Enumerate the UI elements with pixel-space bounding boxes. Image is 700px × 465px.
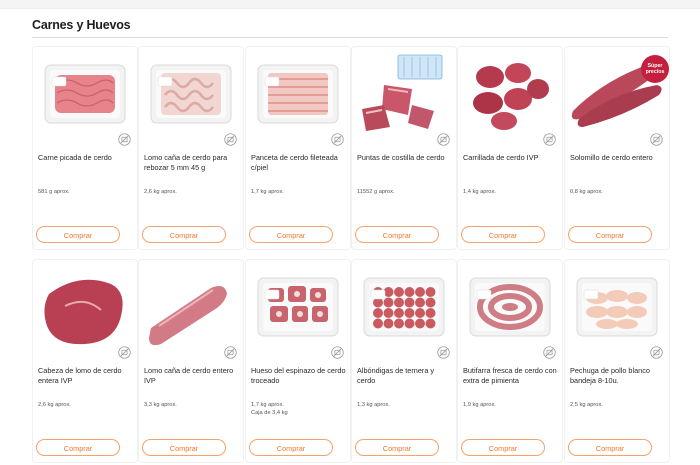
product-weight-line: 0,8 kg aprox.: [570, 189, 603, 195]
product-package-line: Caja de 3,4 kg: [251, 410, 288, 416]
no-photo-icon: [118, 346, 131, 359]
no-photo-icon: [224, 133, 237, 146]
promo-badge: Súper precios: [641, 55, 669, 83]
product-weight: 1,4 kg aprox.: [463, 188, 559, 196]
product-card[interactable]: Butifarra fresca de cerdo con extra de p…: [457, 259, 563, 463]
product-weight: 3,3 kg aprox.: [144, 401, 240, 409]
product-card[interactable]: Carrillada de cerdo IVP 1,4 kg aprox. Comp…: [457, 46, 563, 250]
product-image[interactable]: [460, 53, 560, 139]
no-photo-icon: [650, 346, 663, 359]
product-name[interactable]: Cabeza de lomo de cerdo entera IVP: [38, 366, 134, 386]
product-image[interactable]: [35, 266, 135, 352]
product-name[interactable]: Lomo caña de cerdo para rebozar 5 mm 45 …: [144, 153, 240, 173]
product-image[interactable]: [141, 53, 241, 139]
buy-button[interactable]: Comprar: [355, 226, 439, 243]
product-weight-line: 1,7 kg aprox.: [251, 189, 284, 195]
product-name[interactable]: Puntas de costilla de cerdo: [357, 153, 453, 163]
section-divider: [32, 37, 668, 38]
product-weight-line: 1,7 kg aprox.: [251, 402, 284, 408]
product-weight: 1,3 kg aprox.: [357, 401, 453, 409]
product-weight-line: 1,9 kg aprox.: [463, 402, 496, 408]
buy-button[interactable]: Comprar: [36, 439, 120, 456]
top-bar: [0, 0, 700, 9]
product-weight: 1,7 kg aprox. Caja de 3,4 kg: [251, 401, 347, 417]
product-weight: 1,7 kg aprox.: [251, 188, 347, 196]
product-card[interactable]: Puntas de costilla de cerdo 11552 g aprox…: [351, 46, 457, 250]
product-weight: 2,6 kg aprox.: [38, 401, 134, 409]
product-weight: 2,5 kg aprox.: [570, 401, 666, 409]
buy-button[interactable]: Comprar: [461, 439, 545, 456]
buy-button[interactable]: Comprar: [142, 226, 226, 243]
buy-button[interactable]: Comprar: [568, 439, 652, 456]
product-weight-line: 581 g aprox.: [38, 189, 70, 195]
product-name[interactable]: Hueso del espinazo de cerdo troceado: [251, 366, 347, 386]
buy-button[interactable]: Comprar: [36, 226, 120, 243]
no-photo-icon: [543, 346, 556, 359]
product-image[interactable]: [354, 266, 454, 352]
buy-button[interactable]: Comprar: [568, 226, 652, 243]
product-name[interactable]: Panceta de cerdo fileteada c/piel: [251, 153, 347, 173]
product-image[interactable]: [141, 266, 241, 352]
product-weight-line: 2,6 kg aprox.: [144, 189, 177, 195]
buy-button[interactable]: Comprar: [355, 439, 439, 456]
product-card[interactable]: Pechuga de pollo blanco bandeja 8-10u. 2,…: [564, 259, 670, 463]
no-photo-icon: [650, 133, 663, 146]
no-photo-icon: [543, 133, 556, 146]
product-name[interactable]: Pechuga de pollo blanco bandeja 8-10u.: [570, 366, 666, 386]
product-name[interactable]: Butifarra fresca de cerdo con extra de p…: [463, 366, 559, 386]
product-name[interactable]: Lomo caña de cerdo entero IVP: [144, 366, 240, 386]
product-card[interactable]: Cabeza de lomo de cerdo entera IVP 2,6 kg…: [32, 259, 138, 463]
product-weight-line: 2,5 kg aprox.: [570, 402, 603, 408]
product-image[interactable]: [354, 53, 454, 139]
product-weight-line: 1,4 kg aprox.: [463, 189, 496, 195]
product-weight: 0,8 kg aprox.: [570, 188, 666, 196]
no-photo-icon: [437, 133, 450, 146]
product-image[interactable]: [248, 53, 348, 139]
buy-button[interactable]: Comprar: [461, 226, 545, 243]
product-name[interactable]: Solomillo de cerdo entero: [570, 153, 666, 163]
product-card[interactable]: Hueso del espinazo de cerdo troceado 1,7 …: [245, 259, 351, 463]
product-card[interactable]: Súper precios Solomillo de cerdo entero 0,…: [564, 46, 670, 250]
product-name[interactable]: Carrillada de cerdo IVP: [463, 153, 559, 163]
product-image[interactable]: [35, 53, 135, 139]
buy-button[interactable]: Comprar: [249, 439, 333, 456]
buy-button[interactable]: Comprar: [142, 439, 226, 456]
product-weight-line: 11552 g aprox.: [357, 189, 395, 195]
no-photo-icon: [224, 346, 237, 359]
no-photo-icon: [118, 133, 131, 146]
product-weight: 11552 g aprox.: [357, 188, 453, 196]
product-card[interactable]: Albóndigas de ternera y cerdo 1,3 kg apro…: [351, 259, 457, 463]
no-photo-icon: [331, 133, 344, 146]
product-card[interactable]: Lomo caña de cerdo para rebozar 5 mm 45 …: [138, 46, 244, 250]
product-image[interactable]: [567, 266, 667, 352]
no-photo-icon: [331, 346, 344, 359]
product-weight: 1,9 kg aprox.: [463, 401, 559, 409]
section-title: Carnes y Huevos: [32, 18, 131, 32]
product-image[interactable]: [248, 266, 348, 352]
product-weight-line: 3,3 kg aprox.: [144, 402, 177, 408]
no-photo-icon: [437, 346, 450, 359]
product-card[interactable]: Carne picada de cerdo 581 g aprox. Comprar: [32, 46, 138, 250]
product-weight-line: 2,6 kg aprox.: [38, 402, 71, 408]
product-weight-line: 1,3 kg aprox.: [357, 402, 390, 408]
product-card[interactable]: Panceta de cerdo fileteada c/piel 1,7 kg …: [245, 46, 351, 250]
product-weight: 2,6 kg aprox.: [144, 188, 240, 196]
buy-button[interactable]: Comprar: [249, 226, 333, 243]
product-card[interactable]: Lomo caña de cerdo entero IVP 3,3 kg apro…: [138, 259, 244, 463]
product-image[interactable]: [460, 266, 560, 352]
product-name[interactable]: Carne picada de cerdo: [38, 153, 134, 163]
product-name[interactable]: Albóndigas de ternera y cerdo: [357, 366, 453, 386]
product-weight: 581 g aprox.: [38, 188, 134, 196]
